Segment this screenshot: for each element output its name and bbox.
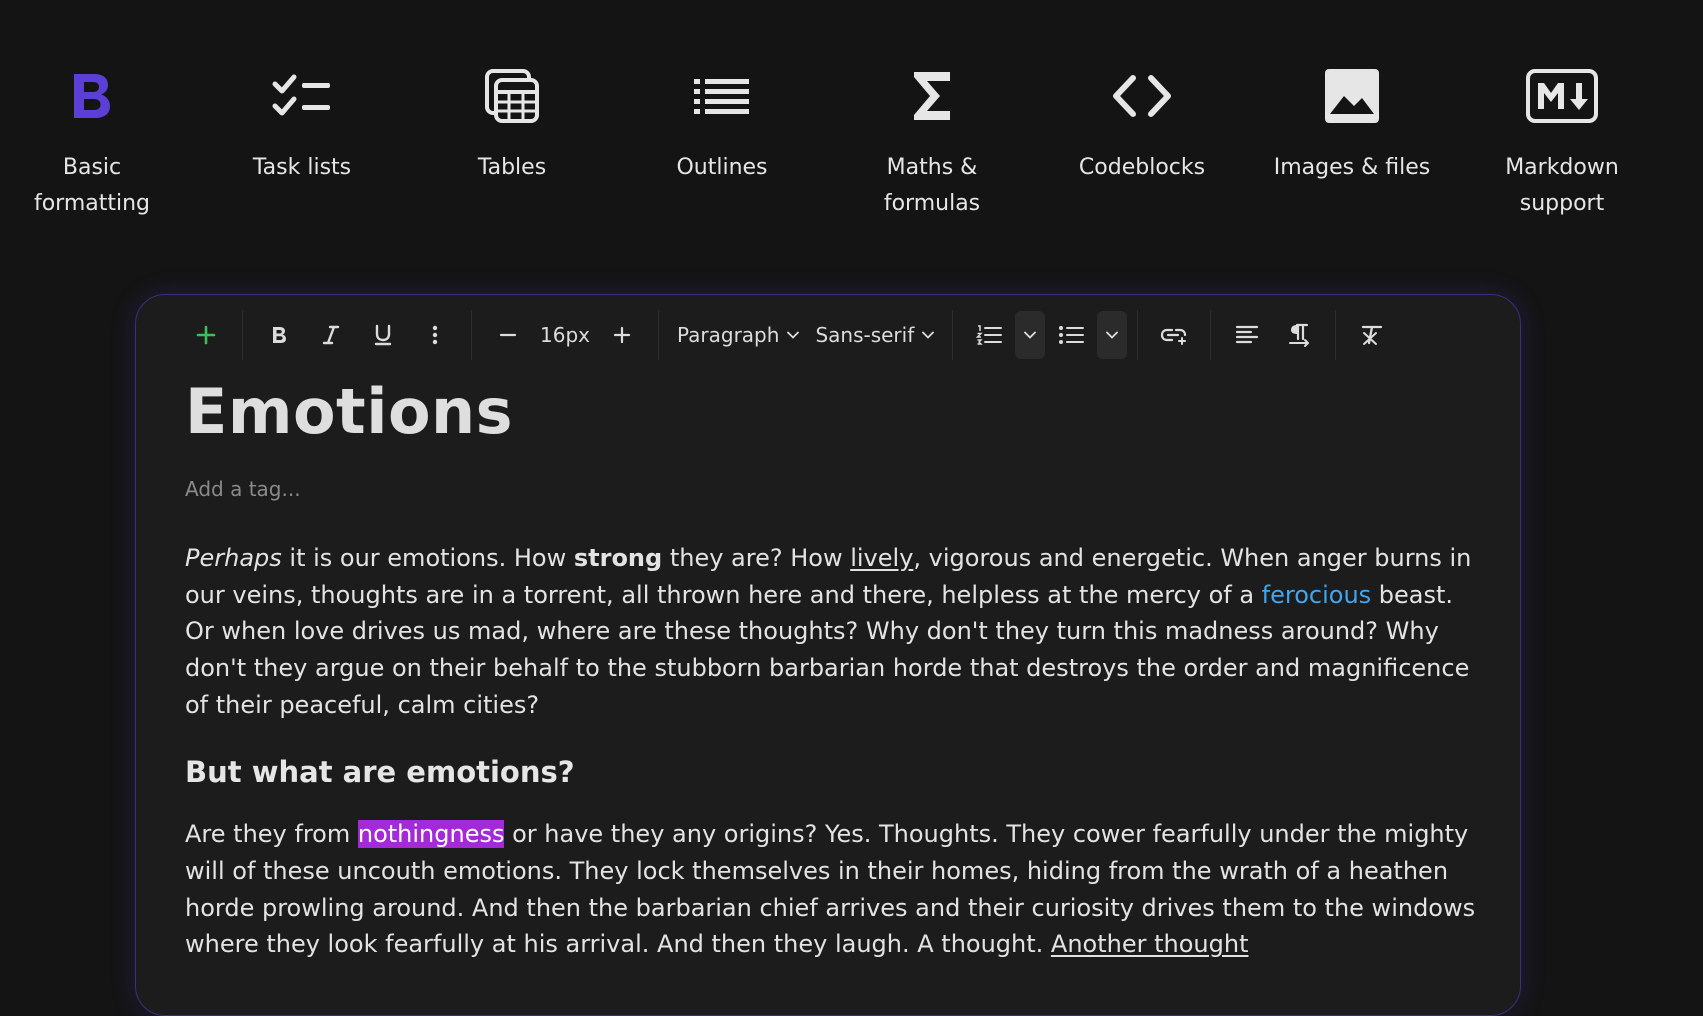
clear-formatting-button[interactable] [1354, 313, 1390, 357]
ordered-list-options-button[interactable] [1015, 311, 1046, 359]
italic-icon [322, 325, 340, 345]
chevron-down-icon [922, 331, 935, 339]
font-family-value: Sans-serif [815, 323, 915, 347]
feature-label: Task lists [252, 155, 352, 180]
bullet-list-button[interactable] [1053, 313, 1089, 357]
plus-icon [613, 326, 631, 344]
toolbar-divider [1335, 310, 1337, 360]
bold-button[interactable] [261, 313, 297, 357]
colored-text: ferocious [1261, 580, 1372, 609]
toolbar-divider [471, 310, 472, 360]
italic-button[interactable] [313, 313, 349, 357]
bullet-list-icon [1059, 326, 1085, 344]
feature-label: Basic formatting [33, 155, 151, 216]
toolbar-divider [952, 310, 954, 360]
feature-task-lists[interactable]: Task lists [202, 60, 402, 186]
feature-row: Basic formatting Task lists Tables Outli… [0, 0, 1703, 240]
italic-text: Perhaps [185, 544, 282, 572]
chevron-down-icon [1106, 331, 1119, 339]
table-icon [412, 60, 612, 132]
text-direction-button[interactable] [1281, 313, 1317, 357]
underlined-text: lively [850, 544, 914, 572]
add-block-button[interactable] [188, 313, 224, 357]
ordered-list-button[interactable] [971, 313, 1007, 357]
feature-label: Maths & formulas [883, 155, 981, 216]
add-tag-input[interactable]: Add a tag... [185, 477, 301, 501]
feature-images-files[interactable]: Images & files [1252, 60, 1452, 186]
feature-basic-formatting[interactable]: Basic formatting [0, 60, 192, 222]
bold-icon [0, 60, 192, 132]
sigma-icon [832, 60, 1032, 132]
feature-label: Codeblocks [1078, 155, 1206, 180]
more-vertical-icon [432, 325, 438, 345]
toolbar-divider [242, 310, 243, 360]
section-heading: But what are emotions? [185, 754, 575, 789]
increase-font-size-button[interactable] [604, 313, 640, 357]
code-icon [1042, 60, 1242, 132]
feature-maths[interactable]: Maths & formulas [832, 60, 1032, 222]
underline-button[interactable] [365, 313, 401, 357]
link-icon [1161, 328, 1187, 345]
decrease-font-size-button[interactable] [490, 313, 526, 357]
feature-codeblocks[interactable]: Codeblocks [1042, 60, 1242, 186]
paragraph: Perhaps it is our emotions. How strong t… [185, 544, 1472, 719]
underline-icon [374, 324, 392, 346]
editor-card: 16px Paragraph Sans-serif Emotions Add a… [135, 294, 1521, 1016]
insert-link-button[interactable] [1156, 313, 1192, 357]
block-type-select[interactable]: Paragraph [676, 313, 800, 357]
more-formatting-button[interactable] [417, 313, 453, 357]
chevron-down-icon [787, 331, 800, 339]
feature-label: Markdown support [1505, 155, 1619, 216]
align-left-icon [1236, 325, 1259, 344]
feature-markdown[interactable]: Markdown support [1462, 60, 1662, 222]
ordered-list-icon [976, 325, 1003, 345]
font-family-select[interactable]: Sans-serif [815, 313, 935, 357]
underlined-text: Another thought [1050, 930, 1249, 959]
task-list-icon [202, 60, 402, 132]
feature-label: Outlines [676, 155, 768, 180]
editor-toolbar: 16px Paragraph Sans-serif [180, 310, 1398, 360]
highlighted-text: nothingness [357, 820, 505, 849]
block-type-value: Paragraph [676, 323, 780, 347]
bold-icon [273, 327, 286, 343]
image-icon [1252, 60, 1452, 132]
align-left-button[interactable] [1229, 313, 1265, 357]
minus-icon [499, 333, 517, 337]
markdown-icon [1462, 60, 1662, 132]
toolbar-divider [1210, 310, 1212, 360]
chevron-down-icon [1024, 331, 1037, 339]
bullet-list-options-button[interactable] [1097, 311, 1128, 359]
document-body[interactable]: Perhaps it is our emotions. How strong t… [185, 540, 1485, 963]
feature-label: Tables [477, 155, 547, 180]
clear-formatting-icon [1362, 325, 1383, 345]
feature-label: Images & files [1273, 155, 1431, 180]
paragraph: Are they from nothingness or have they a… [185, 820, 1476, 959]
toolbar-divider [1137, 310, 1139, 360]
toolbar-divider [657, 310, 659, 360]
feature-outlines[interactable]: Outlines [622, 60, 822, 186]
document-title[interactable]: Emotions [185, 375, 513, 448]
font-size-value[interactable]: 16px [540, 323, 590, 347]
feature-tables[interactable]: Tables [412, 60, 612, 186]
outline-icon [622, 60, 822, 132]
bold-text: strong [573, 544, 663, 572]
plus-icon [196, 325, 216, 345]
paragraph-direction-icon [1289, 323, 1310, 347]
